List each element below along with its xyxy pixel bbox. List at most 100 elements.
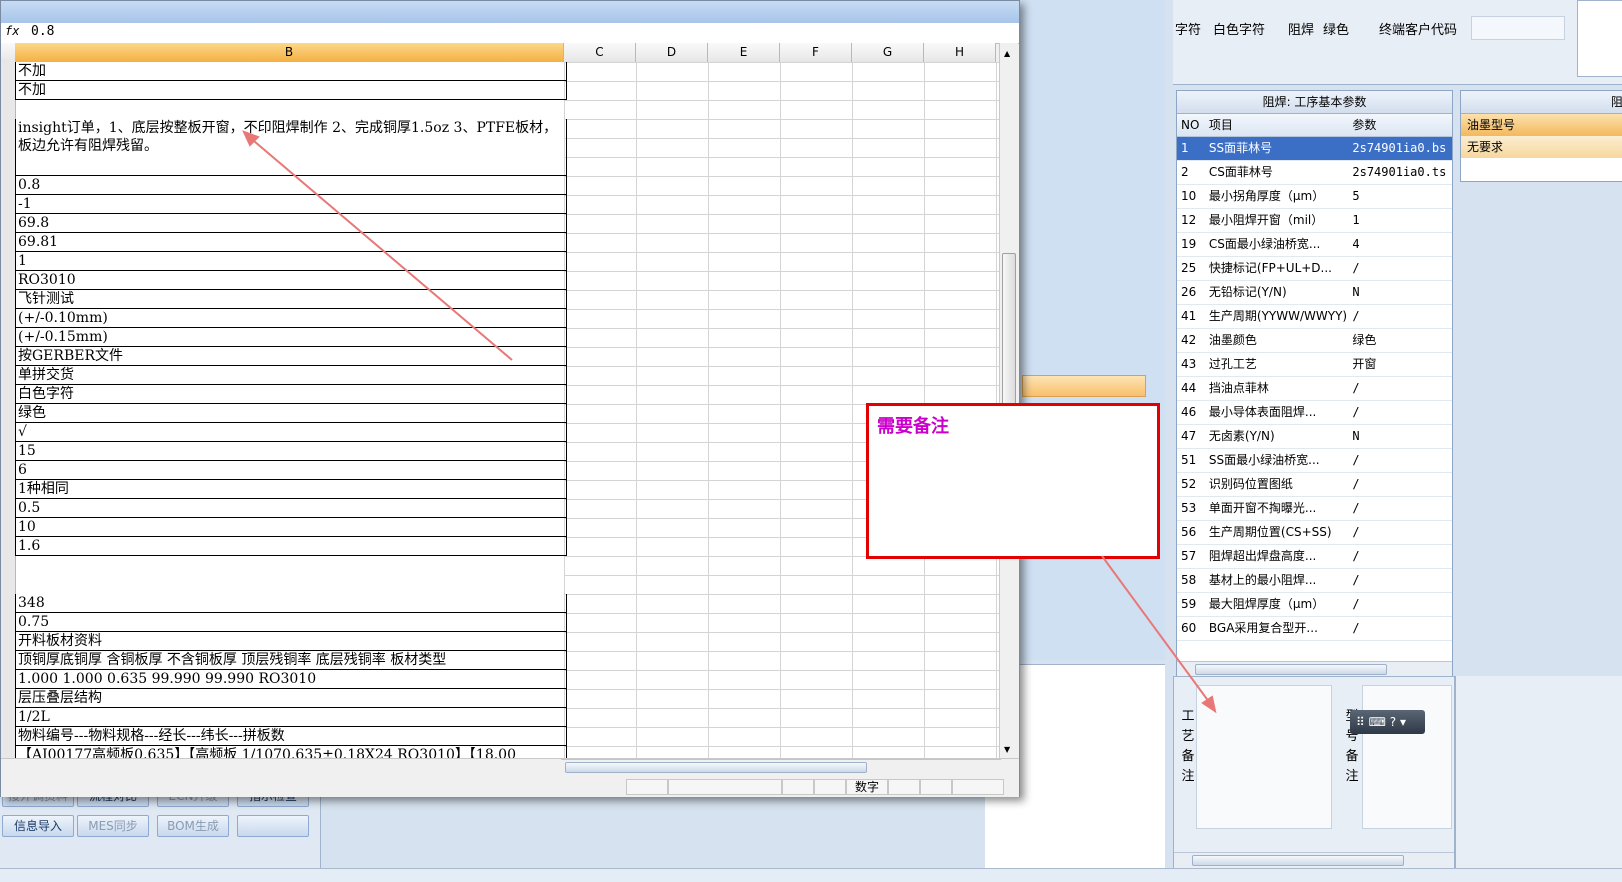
param-grid-hscroll[interactable]	[1177, 661, 1452, 676]
column-header-e[interactable]: E	[708, 43, 780, 63]
help-icon[interactable]: ?	[1390, 715, 1396, 729]
param-row[interactable]: 12 最小阻焊开窗（mil） 1	[1177, 209, 1452, 233]
cell-b[interactable]: 15	[15, 442, 567, 461]
cell-b[interactable]: 0.8	[15, 176, 567, 195]
cell-b[interactable]: 不加	[15, 62, 567, 81]
cell-b[interactable]: RO3010	[15, 271, 567, 290]
toolbar-button[interactable]	[237, 815, 309, 837]
param-row[interactable]: 47 无卤素(Y/N) N	[1177, 425, 1452, 449]
cell-b[interactable]: 单拼交货	[15, 366, 567, 385]
cell-b[interactable]: 白色字符	[15, 385, 567, 404]
vertical-scrollbar[interactable]: ▲ ▼	[999, 43, 1018, 758]
cell-b[interactable]: 【AI00177高频板0.635】【高频板 1/1070.635±0.18X24…	[15, 746, 567, 758]
window-titlebar[interactable]	[1, 1, 1019, 23]
scroll-up-icon[interactable]: ▲	[1004, 49, 1010, 58]
param-no: 43	[1181, 357, 1197, 371]
cell-b[interactable]: insight订单，1、底层按整板开窗，不印阻焊制作 2、完成铜厚1.5oz 3…	[15, 119, 567, 176]
param-row[interactable]: 51 SS面最小绿油桥宽... /	[1177, 449, 1452, 473]
param-item: 生产周期位置(CS+SS)	[1208, 525, 1332, 539]
param-row[interactable]: 1 SS面菲林号 2s74901ia0.bs	[1177, 137, 1452, 161]
ink-grid-row[interactable]: 无要求	[1461, 136, 1622, 158]
toolbar-button[interactable]: BOM生成	[157, 815, 229, 837]
param-no: 51	[1181, 453, 1197, 467]
param-row[interactable]: 19 CS面最小绿油桥宽... 4	[1177, 233, 1452, 257]
toolbar-button[interactable]: 信息导入	[2, 815, 74, 837]
cell-grid[interactable]: 不加 不加 insight订单，1、底层按整板开窗，不印阻焊制作 2、完成铜厚1.5…	[1, 62, 999, 758]
column-header-b[interactable]: B	[15, 43, 564, 63]
fx-icon[interactable]: fx	[5, 24, 19, 38]
param-row[interactable]: 60 BGA采用复合型开... /	[1177, 617, 1452, 641]
param-row[interactable]: 26 无铅标记(Y/N) N	[1177, 281, 1452, 305]
model-notes-input[interactable]	[1362, 685, 1452, 829]
param-row[interactable]: 53 单面开窗不掏曝光... /	[1177, 497, 1452, 521]
process-notes-input[interactable]	[1196, 685, 1332, 829]
param-row[interactable]: 2 CS面菲林号 2s74901ia0.ts	[1177, 161, 1452, 185]
cell-b[interactable]: 按GERBER文件	[15, 347, 567, 366]
cell-b[interactable]: 绿色	[15, 404, 567, 423]
column-header-g[interactable]: G	[852, 43, 924, 63]
cell-b[interactable]: 1.6	[15, 537, 567, 556]
param-row[interactable]: 25 快捷标记(FP+UL+D... /	[1177, 257, 1452, 281]
chevron-down-icon[interactable]: ▾	[1400, 715, 1406, 729]
param-row[interactable]: 42 油墨颜色 绿色	[1177, 329, 1452, 353]
param-row[interactable]: 43 过孔工艺 开窗	[1177, 353, 1452, 377]
param-row[interactable]: 57 阻焊超出焊盘高度... /	[1177, 545, 1452, 569]
ink-grid-header[interactable]: 油墨型号	[1461, 114, 1622, 136]
param-row[interactable]: 10 最小拐角厚度（μm） 5	[1177, 185, 1452, 209]
header-param[interactable]: 参数	[1348, 114, 1452, 136]
horizontal-scroll-thumb[interactable]	[565, 762, 867, 773]
cell-b[interactable]: 不加	[15, 81, 567, 100]
column-header-h[interactable]: H	[924, 43, 996, 63]
param-row[interactable]: 46 最小导体表面阻焊... /	[1177, 401, 1452, 425]
param-item: 识别码位置图纸	[1208, 477, 1293, 491]
param-row[interactable]: 41 生产周期(YYWW/WWYY) /	[1177, 305, 1452, 329]
cell-b[interactable]: 348	[15, 594, 567, 613]
notes-hscroll-thumb[interactable]	[1192, 855, 1404, 866]
cell-b[interactable]: 1	[15, 252, 567, 271]
scroll-down-icon[interactable]: ▼	[1004, 745, 1010, 754]
horizontal-scrollbar[interactable]	[561, 759, 1001, 774]
end-customer-code-input[interactable]	[1471, 16, 1565, 40]
select-all-corner[interactable]	[1, 43, 16, 63]
cell-b[interactable]: 物料编号---物料规格---经长---纬长---拼板数	[15, 727, 567, 746]
status-cell	[782, 779, 814, 795]
cell-b[interactable]: 0.5	[15, 499, 567, 518]
param-row[interactable]: 59 最大阻焊厚度（μm） /	[1177, 593, 1452, 617]
param-row[interactable]: 56 生产周期位置(CS+SS) /	[1177, 521, 1452, 545]
param-grid-hscroll-thumb[interactable]	[1195, 664, 1387, 675]
cell-b[interactable]: 飞针测试	[15, 290, 567, 309]
row-headers[interactable]	[1, 62, 16, 758]
cell-b[interactable]: (+/-0.10mm)	[15, 309, 567, 328]
header-no[interactable]: NO	[1177, 114, 1205, 136]
param-row[interactable]: 52 识别码位置图纸 /	[1177, 473, 1452, 497]
cell-b[interactable]: 0.75	[15, 613, 567, 632]
column-header-c[interactable]: C	[564, 43, 636, 63]
cell-b[interactable]: 1.000 1.000 0.635 99.990 99.990 RO3010	[15, 670, 567, 689]
toolbar-button[interactable]: MES同步	[77, 815, 149, 837]
keyboard-icon[interactable]: ⌨	[1369, 715, 1386, 729]
selected-row-highlight[interactable]	[1022, 375, 1146, 397]
process-notes-label: 工艺备注	[1181, 709, 1195, 784]
param-row[interactable]: 44 挡油点菲林 /	[1177, 377, 1452, 401]
cell-b[interactable]: -1	[15, 195, 567, 214]
cell-b[interactable]: 69.8	[15, 214, 567, 233]
cell-b[interactable]: 顶铜厚底铜厚 含铜板厚 不含铜板厚 顶层残铜率 底层残铜率 板材类型	[15, 651, 567, 670]
cell-b[interactable]: 1种相同	[15, 480, 567, 499]
header-item[interactable]: 项目	[1205, 114, 1348, 136]
formula-input[interactable]: 0.8	[31, 24, 54, 39]
cell-b[interactable]: 10	[15, 518, 567, 537]
top-right-list[interactable]	[1577, 0, 1622, 77]
param-row[interactable]: 58 基材上的最小阻焊... /	[1177, 569, 1452, 593]
column-header-d[interactable]: D	[636, 43, 708, 63]
ime-toolbar[interactable]: ⠿ ⌨ ? ▾	[1350, 710, 1425, 734]
cell-b[interactable]: √	[15, 423, 567, 442]
cell-b[interactable]: (+/-0.15mm)	[15, 328, 567, 347]
formula-bar: fx 0.8	[1, 23, 1019, 44]
cell-b[interactable]: 开料板材资料	[15, 632, 567, 651]
cell-b[interactable]: 1/2L	[15, 708, 567, 727]
cell-b[interactable]: 6	[15, 461, 567, 480]
column-header-f[interactable]: F	[780, 43, 852, 63]
notes-hscroll[interactable]	[1174, 852, 1454, 867]
cell-b[interactable]: 69.81	[15, 233, 567, 252]
cell-b[interactable]: 层压叠层结构	[15, 689, 567, 708]
